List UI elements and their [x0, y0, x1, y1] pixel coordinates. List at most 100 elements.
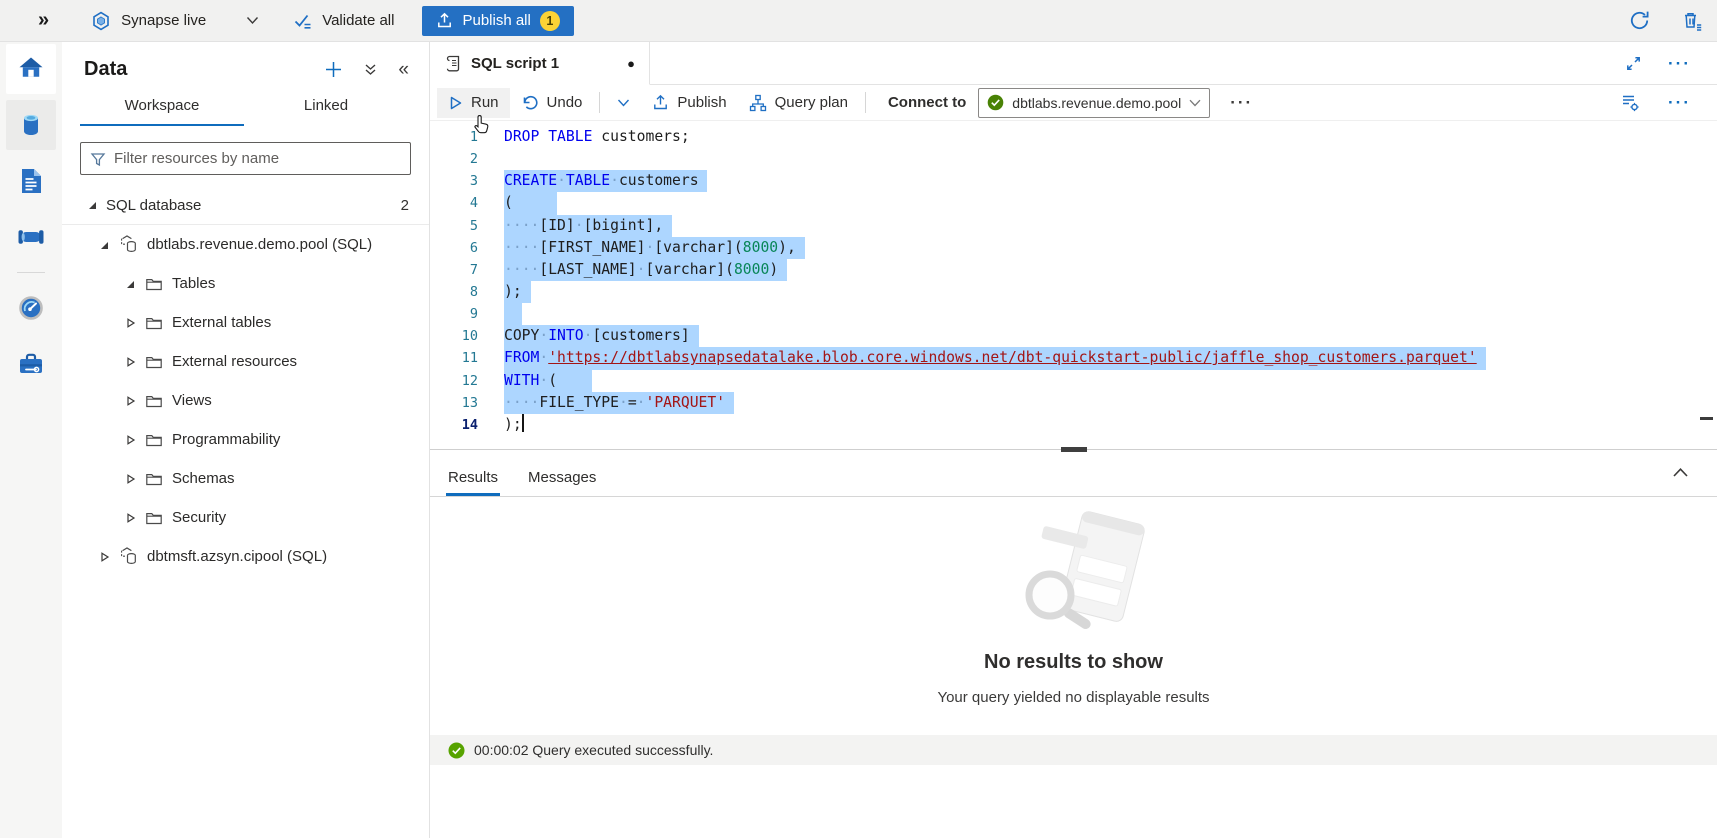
tree-item-external-resources[interactable]: External resources [62, 342, 429, 381]
pool-select-dropdown[interactable]: dbtlabs.revenue.demo.pool [978, 88, 1210, 118]
tree-collapsed-icon[interactable] [124, 473, 136, 485]
tree-collapsed-icon[interactable] [98, 551, 110, 563]
tree-item-count: 2 [401, 197, 409, 214]
line-number: 6 [430, 237, 478, 259]
code-line-4[interactable]: 4( [430, 192, 1717, 214]
code-text: DROP TABLE customers; [504, 126, 690, 148]
query-plan-button[interactable]: Query plan [738, 88, 859, 118]
chevron-down-icon[interactable] [246, 16, 259, 25]
add-resource-button[interactable] [324, 60, 343, 79]
validate-all-button[interactable]: Validate all [293, 11, 394, 31]
code-text: WITH·( [504, 370, 592, 392]
tree-collapsed-icon[interactable] [124, 434, 136, 446]
run-options-chevron[interactable] [606, 88, 641, 118]
sql-code-editor[interactable]: 1DROP TABLE customers;23CREATE·TABLE·cus… [430, 121, 1717, 445]
nav-home[interactable] [6, 44, 56, 94]
pool-name: dbtlabs.revenue.demo.pool [1012, 95, 1181, 111]
tab-sql-script-1[interactable]: SQL script 1 ● [430, 42, 650, 85]
tree-item-security[interactable]: Security [62, 498, 429, 537]
splitter-drag-handle[interactable] [1061, 447, 1087, 452]
tab-results[interactable]: Results [448, 469, 498, 496]
folder-icon [144, 274, 164, 294]
collapse-all-icon[interactable] [363, 62, 378, 77]
folder-icon [144, 352, 164, 372]
tree-item-label: Schemas [172, 470, 235, 487]
mode-label: Synapse live [121, 12, 206, 29]
tree-item-dbtlabs-revenue-demo-pool-sql[interactable]: dbtlabs.revenue.demo.pool (SQL) [62, 225, 429, 264]
query-status-text: 00:00:02 Query executed successfully. [474, 742, 713, 758]
code-line-10[interactable]: 10COPY·INTO·[customers] [430, 325, 1717, 347]
tree-item-tables[interactable]: Tables [62, 264, 429, 303]
validate-all-label: Validate all [322, 12, 394, 29]
code-line-3[interactable]: 3CREATE·TABLE·customers [430, 170, 1717, 192]
line-number: 2 [430, 148, 478, 170]
nav-data[interactable] [6, 100, 56, 150]
tab-messages[interactable]: Messages [528, 469, 596, 496]
code-line-8[interactable]: 8); [430, 281, 1717, 303]
filter-resources-input[interactable] [114, 150, 401, 167]
nav-manage[interactable] [6, 339, 56, 389]
tab-linked[interactable]: Linked [244, 97, 408, 126]
results-splitter[interactable] [430, 445, 1717, 453]
code-line-5[interactable]: 5····[ID]·[bigint], [430, 215, 1717, 237]
folder-icon [144, 430, 164, 450]
filter-resources-box[interactable] [80, 142, 411, 175]
run-button[interactable]: Run [437, 88, 510, 118]
tree-expanded-icon[interactable] [124, 278, 136, 290]
script-settings-icon[interactable] [1619, 92, 1640, 113]
code-line-2[interactable]: 2 [430, 148, 1717, 170]
code-text: ); [504, 414, 524, 436]
publish-icon [652, 94, 669, 111]
tree-item-schemas[interactable]: Schemas [62, 459, 429, 498]
code-text: FROM·'https://dbtlabsynapsedatalake.blob… [504, 347, 1486, 369]
tree-collapsed-icon[interactable] [124, 317, 136, 329]
tree-item-external-tables[interactable]: External tables [62, 303, 429, 342]
tree-collapsed-icon[interactable] [124, 356, 136, 368]
resource-tree: SQL database2dbtlabs.revenue.demo.pool (… [62, 186, 429, 576]
tree-item-sql-database[interactable]: SQL database2 [62, 186, 429, 225]
nav-develop[interactable] [6, 156, 56, 206]
editor-more-icon[interactable]: ··· [1668, 94, 1691, 111]
toolbar-more-icon[interactable]: ··· [1230, 94, 1253, 111]
mode-selector[interactable]: Synapse live [91, 11, 259, 31]
tree-item-label: External tables [172, 314, 271, 331]
tree-item-programmability[interactable]: Programmability [62, 420, 429, 459]
code-line-13[interactable]: 13····FILE_TYPE·=·'PARQUET' [430, 392, 1717, 414]
tree-expanded-icon[interactable] [86, 199, 98, 211]
tab-more-icon[interactable]: ··· [1668, 55, 1691, 72]
publish-all-button[interactable]: Publish all 1 [422, 6, 573, 36]
expand-editor-icon[interactable] [1625, 55, 1642, 72]
tree-collapsed-icon[interactable] [124, 395, 136, 407]
line-number: 11 [430, 347, 478, 369]
sql-pool-icon [118, 234, 139, 255]
code-line-7[interactable]: 7····[LAST_NAME]·[varchar](8000) [430, 259, 1717, 281]
undo-label: Undo [547, 94, 583, 111]
publish-label: Publish [677, 94, 726, 111]
left-nav-rail [0, 42, 62, 838]
tree-item-label: Views [172, 392, 212, 409]
top-command-bar: » Synapse live Validate all Publish all … [0, 0, 1717, 42]
tree-collapsed-icon[interactable] [124, 512, 136, 524]
refresh-icon[interactable] [1628, 9, 1651, 32]
nav-integrate[interactable] [6, 212, 56, 262]
code-line-12[interactable]: 12WITH·( [430, 370, 1717, 392]
tab-workspace[interactable]: Workspace [80, 97, 244, 126]
tree-item-dbtmsft-azsyn-cipool-sql[interactable]: dbtmsft.azsyn.cipool (SQL) [62, 537, 429, 576]
code-line-11[interactable]: 11 FROM·'https://dbtlabsynapsedatalake.bl… [430, 347, 1717, 369]
line-number: 7 [430, 259, 478, 281]
collapse-panel-icon[interactable]: « [398, 59, 409, 81]
expand-menu-icon[interactable]: » [38, 9, 49, 32]
publish-upload-icon [436, 12, 453, 29]
tree-item-views[interactable]: Views [62, 381, 429, 420]
code-line-9[interactable]: 9 [430, 303, 1717, 325]
code-line-1[interactable]: 1DROP TABLE customers; [430, 126, 1717, 148]
collapse-results-chevron-icon[interactable] [1672, 466, 1689, 478]
undo-icon [521, 94, 539, 112]
publish-button[interactable]: Publish [641, 88, 737, 118]
nav-monitor[interactable] [6, 283, 56, 333]
discard-all-icon[interactable] [1681, 10, 1703, 32]
code-line-14[interactable]: 14); [430, 414, 1717, 436]
undo-button[interactable]: Undo [510, 88, 594, 118]
tree-expanded-icon[interactable] [98, 239, 110, 251]
code-line-6[interactable]: 6····[FIRST_NAME]·[varchar](8000), [430, 237, 1717, 259]
